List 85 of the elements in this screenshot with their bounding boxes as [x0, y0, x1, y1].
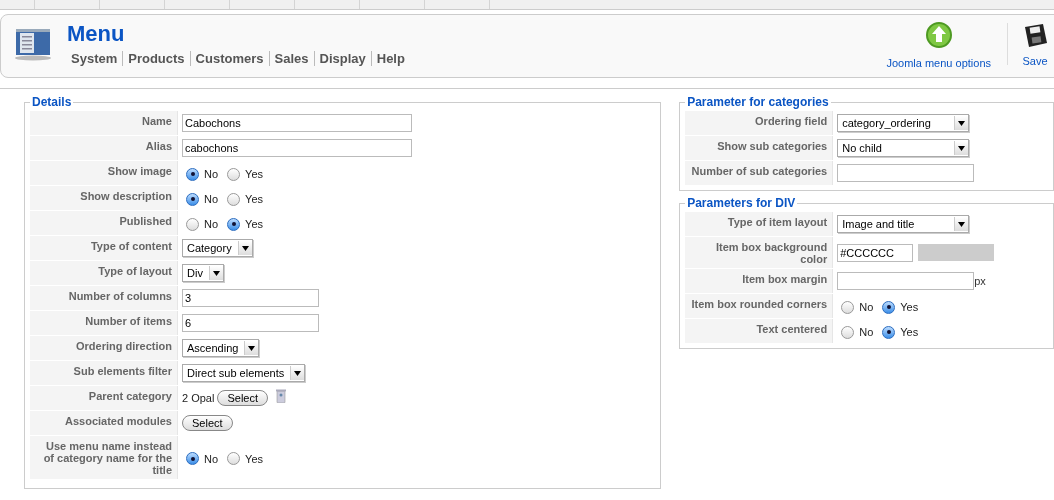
- radio-button[interactable]: [227, 192, 241, 206]
- radio-label: No: [859, 301, 874, 313]
- menu-item[interactable]: Products: [122, 51, 190, 66]
- field-label: Show image: [30, 161, 178, 185]
- input-field[interactable]: Cabochons: [182, 114, 412, 132]
- field-label: Ordering direction: [30, 336, 178, 360]
- radio-button[interactable]: [227, 452, 241, 465]
- radio-label: Yes: [245, 452, 263, 465]
- radio-button[interactable]: [227, 167, 241, 181]
- field-label: Type of layout: [30, 261, 178, 285]
- field-label: Type of item layout: [685, 212, 834, 236]
- field-label: Name: [30, 111, 178, 135]
- field-label: Parent category: [30, 386, 178, 410]
- section-title: Parameters for DIV: [686, 196, 797, 210]
- select-button[interactable]: Select: [217, 390, 268, 406]
- field-label: Published: [30, 211, 178, 235]
- radio-label: No: [859, 326, 874, 338]
- field-label: Alias: [30, 136, 178, 160]
- options-button[interactable]: Joomla menu options: [878, 21, 999, 69]
- radio-label: Yes: [900, 326, 919, 338]
- menu-item[interactable]: Display: [313, 51, 371, 66]
- caret-icon: [248, 345, 256, 351]
- field-label: Item box margin: [685, 269, 834, 293]
- field-label: Show sub categories: [685, 136, 834, 160]
- field-label: Text centered: [685, 319, 834, 343]
- dropdown[interactable]: Div: [182, 264, 224, 282]
- menu-item[interactable]: Sales: [268, 51, 314, 66]
- menu-item[interactable]: System: [71, 51, 123, 66]
- radio-button[interactable]: [841, 300, 855, 314]
- field-label: Sub elements filter: [30, 361, 178, 385]
- radio-button[interactable]: [186, 192, 199, 206]
- menu-item[interactable]: Help: [370, 51, 410, 66]
- field-label: Number of items: [30, 311, 178, 335]
- input-field[interactable]: #CCCCCC: [837, 243, 914, 262]
- radio-label: No: [204, 193, 219, 205]
- radio-label: No: [204, 452, 219, 465]
- caret-icon: [958, 221, 966, 227]
- field-value: 2 Opal: [182, 392, 215, 404]
- radio-label: No: [204, 168, 219, 180]
- window-icon: [14, 27, 52, 61]
- unit-label: px: [974, 275, 986, 287]
- page-title: Menu: [67, 21, 126, 47]
- save-button[interactable]: Save: [1008, 21, 1054, 69]
- radio-label: Yes: [245, 218, 263, 230]
- radio-button[interactable]: [186, 452, 199, 465]
- field-label: Associated modules: [30, 411, 178, 435]
- field-label: Item box rounded corners: [685, 294, 834, 318]
- field-label: Item box background color: [685, 237, 834, 268]
- field-label: Number of columns: [30, 286, 178, 310]
- radio-label: Yes: [245, 168, 263, 180]
- field-label: Show description: [30, 186, 178, 210]
- section-title: Details: [31, 95, 73, 109]
- input-field[interactable]: 6: [182, 314, 319, 332]
- radio-button[interactable]: [227, 217, 241, 231]
- input-field[interactable]: [837, 272, 975, 290]
- radio-button[interactable]: [882, 300, 896, 314]
- caret-icon: [212, 270, 220, 276]
- radio-button[interactable]: [882, 325, 896, 339]
- input-field[interactable]: [837, 164, 975, 182]
- input-field[interactable]: 3: [182, 289, 319, 307]
- field-label: Use menu name instead of category name for the title: [30, 436, 178, 479]
- radio-button[interactable]: [186, 217, 199, 231]
- radio-button[interactable]: [841, 325, 855, 339]
- caret-icon: [294, 370, 302, 376]
- field-label: Number of sub categories: [685, 161, 834, 185]
- caret-icon: [958, 120, 966, 126]
- field-label: Ordering field: [685, 111, 834, 135]
- section-title: Parameter for categories: [686, 95, 830, 109]
- menu-item[interactable]: Customers: [189, 51, 269, 66]
- radio-label: No: [204, 218, 219, 230]
- caret-icon: [241, 245, 249, 251]
- select-button[interactable]: Select: [182, 415, 233, 431]
- dropdown[interactable]: Direct sub elements: [182, 364, 306, 382]
- dropdown[interactable]: Image and title: [837, 215, 970, 233]
- input-field[interactable]: cabochons: [182, 139, 412, 157]
- caret-icon: [958, 145, 966, 151]
- radio-button[interactable]: [186, 167, 199, 181]
- field-label: Type of content: [30, 236, 178, 260]
- dropdown[interactable]: category_ordering: [837, 114, 970, 132]
- radio-label: Yes: [900, 301, 919, 313]
- dropdown[interactable]: Category: [182, 239, 253, 257]
- radio-label: Yes: [245, 193, 263, 205]
- dropdown[interactable]: No child: [837, 139, 970, 157]
- trash-icon[interactable]: [276, 389, 286, 403]
- dropdown[interactable]: Ascending: [182, 339, 260, 357]
